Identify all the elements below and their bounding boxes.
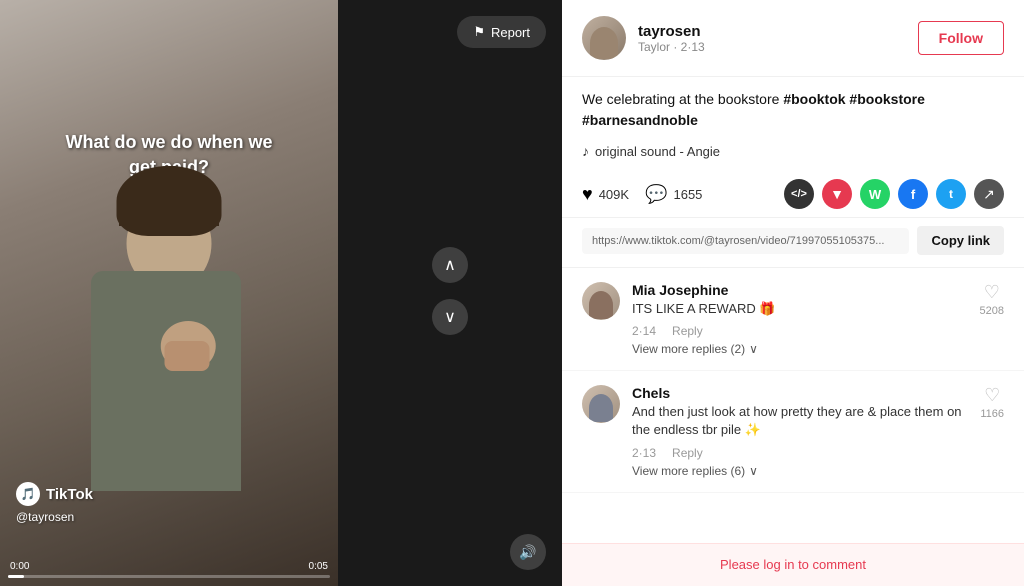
middle-panel: ⚑ Report ∧ ∨ 🔊 [338, 0, 562, 586]
video-time-current: 0:00 [10, 561, 29, 572]
comments-list: Mia Josephine ITS LIKE A REWARD 🎁 2·14 R… [562, 268, 1024, 543]
tiktok-logo: 🎵 TikTok [16, 482, 93, 506]
comment-meta-1: 2·14 Reply [632, 324, 968, 338]
tiktok-share-icon: ▼ [830, 186, 844, 202]
volume-icon: 🔊 [519, 544, 536, 561]
twitter-share-button[interactable]: t [936, 179, 966, 209]
author-name[interactable]: tayrosen [638, 23, 705, 40]
share-arrow-icon: ↗ [983, 186, 995, 203]
view-replies-text-2: View more replies (6) [632, 464, 745, 478]
chevron-replies-1: ∨ [749, 342, 758, 356]
comment-meta-2: 2·13 Reply [632, 446, 968, 460]
author-avatar [582, 16, 626, 60]
comment-like-count-1: 5208 [980, 305, 1004, 317]
view-replies-2[interactable]: View more replies (6) ∨ [632, 464, 968, 478]
like-action[interactable]: ♥ 409K [582, 184, 629, 205]
copy-link-button[interactable]: Copy link [917, 226, 1004, 255]
comment-like-1: ♡ 5208 [980, 282, 1004, 317]
facebook-share-button[interactable]: f [898, 179, 928, 209]
login-to-comment[interactable]: Please log in to comment [720, 557, 866, 572]
comment-count: 1655 [673, 187, 702, 202]
volume-button[interactable]: 🔊 [510, 534, 546, 570]
commenter-name-1: Mia Josephine [632, 282, 968, 298]
nav-down-button[interactable]: ∨ [432, 299, 468, 335]
post-sound: ♪ original sound - Angie [562, 139, 1024, 171]
actions-row: ♥ 409K 💬 1655 </> ▼ W f t [562, 171, 1024, 218]
like-count: 409K [599, 187, 629, 202]
reply-link-1[interactable]: Reply [672, 324, 703, 338]
chevron-up-icon: ∧ [444, 255, 456, 275]
more-share-button[interactable]: ↗ [974, 179, 1004, 209]
embed-button[interactable]: </> [784, 179, 814, 209]
video-time-total: 0:05 [309, 561, 328, 572]
sound-label: original sound - Angie [595, 144, 720, 159]
report-label: Report [491, 25, 530, 40]
post-link-url: https://www.tiktok.com/@tayrosen/video/7… [582, 228, 909, 254]
code-icon: </> [791, 188, 807, 200]
comment-like-count-2: 1166 [980, 408, 1004, 420]
nav-up-button[interactable]: ∧ [432, 247, 468, 283]
share-icons: </> ▼ W f t ↗ [784, 179, 1004, 209]
comment-icon: 💬 [645, 184, 667, 205]
music-note-icon: ♪ [582, 143, 589, 159]
comment-date-1: 2·14 [632, 324, 656, 338]
whatsapp-share-button[interactable]: W [860, 179, 890, 209]
comment-content-1: Mia Josephine ITS LIKE A REWARD 🎁 2·14 R… [632, 282, 968, 356]
author-info: tayrosen Taylor · 2·13 [638, 23, 705, 54]
tiktok-share-button[interactable]: ▼ [822, 179, 852, 209]
comment-like-2: ♡ 1166 [980, 385, 1004, 420]
facebook-icon: f [911, 187, 915, 202]
caption-text: We celebrating at the bookstore [582, 91, 783, 107]
video-panel: What do we do when we get paid? 🎵 TikTok… [0, 0, 338, 586]
tiktok-username: @tayrosen [16, 510, 74, 524]
chevron-replies-2: ∨ [749, 464, 758, 478]
follow-button[interactable]: Follow [918, 21, 1004, 55]
action-group: ♥ 409K 💬 1655 [582, 184, 702, 205]
author-sub: Taylor · 2·13 [638, 40, 705, 54]
reply-link-2[interactable]: Reply [672, 446, 703, 460]
comment-text-1: ITS LIKE A REWARD 🎁 [632, 300, 968, 318]
report-button[interactable]: ⚑ Report [457, 16, 546, 48]
commenter-name-2: Chels [632, 385, 968, 401]
commenter-avatar-1 [582, 282, 620, 320]
view-replies-text-1: View more replies (2) [632, 342, 745, 356]
twitter-icon: t [949, 187, 953, 201]
nav-arrows: ∧ ∨ [432, 247, 468, 335]
comment-heart-icon-1[interactable]: ♡ [984, 282, 1000, 303]
post-caption: We celebrating at the bookstore #booktok… [562, 77, 1024, 139]
whatsapp-icon: W [869, 187, 881, 202]
login-bar: Please log in to comment [562, 543, 1024, 586]
comment-text-2: And then just look at how pretty they ar… [632, 403, 968, 439]
heart-icon: ♥ [582, 184, 593, 205]
view-replies-1[interactable]: View more replies (2) ∨ [632, 342, 968, 356]
commenter-avatar-2 [582, 385, 620, 423]
flag-icon: ⚑ [473, 24, 485, 40]
comments-panel: tayrosen Taylor · 2·13 Follow We celebra… [562, 0, 1024, 586]
video-progress-bar[interactable] [8, 575, 330, 578]
chevron-down-icon: ∨ [444, 307, 456, 327]
comment-item: Mia Josephine ITS LIKE A REWARD 🎁 2·14 R… [562, 268, 1024, 371]
tiktok-label: TikTok [46, 486, 93, 503]
post-author: tayrosen Taylor · 2·13 [582, 16, 705, 60]
tiktok-icon: 🎵 [16, 482, 40, 506]
comment-date-2: 2·13 [632, 446, 656, 460]
link-row: https://www.tiktok.com/@tayrosen/video/7… [562, 218, 1024, 268]
comment-action[interactable]: 💬 1655 [645, 184, 702, 205]
comment-heart-icon-2[interactable]: ♡ [984, 385, 1000, 406]
video-progress-fill [8, 575, 24, 578]
comment-item-2: Chels And then just look at how pretty t… [562, 371, 1024, 492]
post-header: tayrosen Taylor · 2·13 Follow [562, 0, 1024, 77]
comment-content-2: Chels And then just look at how pretty t… [632, 385, 968, 477]
